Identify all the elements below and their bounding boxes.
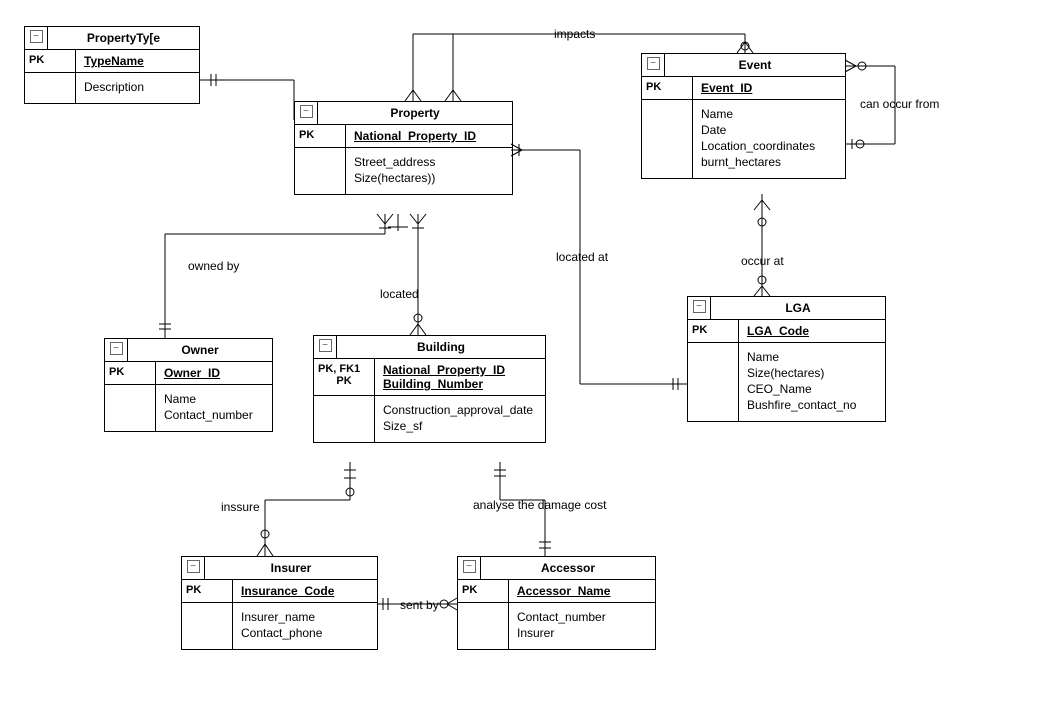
minus-icon[interactable]: − [300, 105, 313, 118]
entity-title: PropertyTy[e [48, 27, 199, 49]
entity-owner: −Owner PKOwner_ID NameContact_number [104, 338, 273, 432]
entity-title: Property [318, 102, 512, 124]
pk-field: LGA_Code [739, 320, 885, 342]
entity-attr: Street_address [354, 154, 504, 170]
rel-owned-by: owned by [185, 259, 242, 273]
entity-attr: Description [84, 79, 191, 95]
minus-icon[interactable]: − [30, 30, 43, 43]
rel-occur-at: occur at [738, 254, 787, 268]
entity-attr: Size(hectares)) [354, 170, 504, 186]
entity-attr: Contact_number [164, 407, 264, 423]
entity-title: Accessor [481, 557, 655, 579]
rel-located: located [377, 287, 422, 301]
rel-sent-by: sent by [397, 598, 442, 612]
pk-label: PK [295, 125, 346, 147]
entity-attr: Name [701, 106, 837, 122]
pk-field: Owner_ID [156, 362, 272, 384]
entity-accessor: −Accessor PKAccessor_Name Contact_number… [457, 556, 656, 650]
entity-title: Owner [128, 339, 272, 361]
pk-label: PK [642, 77, 693, 99]
rel-impacts: impacts [551, 27, 598, 41]
entity-title: Event [665, 54, 845, 76]
entity-attr: Size(hectares) [747, 365, 877, 381]
rel-located-at: located at [553, 250, 611, 264]
entity-property-type: −PropertyTy[e PKTypeName Description [24, 26, 200, 104]
entity-attr: Construction_approval_date [383, 402, 537, 418]
entity-attr: burnt_hectares [701, 154, 837, 170]
entity-attr: Date [701, 122, 837, 138]
minus-icon[interactable]: − [187, 560, 200, 573]
pk-label: PK [318, 375, 370, 387]
entity-attr: Name [747, 349, 877, 365]
pk-label: PK [688, 320, 739, 342]
pk-label: PK [25, 50, 76, 72]
minus-icon[interactable]: − [463, 560, 476, 573]
entity-insurer: −Insurer PKInsurance_Code Insurer_nameCo… [181, 556, 378, 650]
rel-can-occur-from: can occur from [857, 97, 942, 111]
pk-field: National_Property_ID [346, 125, 512, 147]
entity-attr: Location_coordinates [701, 138, 837, 154]
rel-analyse: analyse the damage cost [470, 498, 609, 512]
minus-icon[interactable]: − [693, 300, 706, 313]
entity-attr: Insurer_name [241, 609, 369, 625]
entity-attr: Contact_phone [241, 625, 369, 641]
entity-title: Insurer [205, 557, 377, 579]
pk-label: PK, FK1 [318, 363, 370, 375]
pk-label: PK [182, 580, 233, 602]
entity-building: −Building PK, FK1PK National_Property_ID… [313, 335, 546, 443]
entity-title: LGA [711, 297, 885, 319]
pk-label: PK [458, 580, 509, 602]
minus-icon[interactable]: − [647, 57, 660, 70]
entity-attr: Name [164, 391, 264, 407]
pk-field: National_Property_ID [383, 363, 537, 377]
entity-attr: Insurer [517, 625, 647, 641]
entity-lga: −LGA PKLGA_Code NameSize(hectares)CEO_Na… [687, 296, 886, 422]
pk-field: Accessor_Name [509, 580, 655, 602]
entity-title: Building [337, 336, 545, 358]
entity-property: −Property PKNational_Property_ID Street_… [294, 101, 513, 195]
minus-icon[interactable]: − [110, 342, 123, 355]
rel-inssure: inssure [218, 500, 263, 514]
entity-attr: Bushfire_contact_no [747, 397, 877, 413]
entity-attr: CEO_Name [747, 381, 877, 397]
pk-field: Insurance_Code [233, 580, 377, 602]
entity-attr: Contact_number [517, 609, 647, 625]
entity-event: −Event PKEvent_ID NameDateLocation_coord… [641, 53, 846, 179]
entity-attr: Size_sf [383, 418, 537, 434]
pk-field: TypeName [76, 50, 199, 72]
minus-icon[interactable]: − [319, 339, 332, 352]
pk-label: PK [105, 362, 156, 384]
pk-field: Event_ID [693, 77, 845, 99]
pk-field: Building_Number [383, 377, 537, 391]
